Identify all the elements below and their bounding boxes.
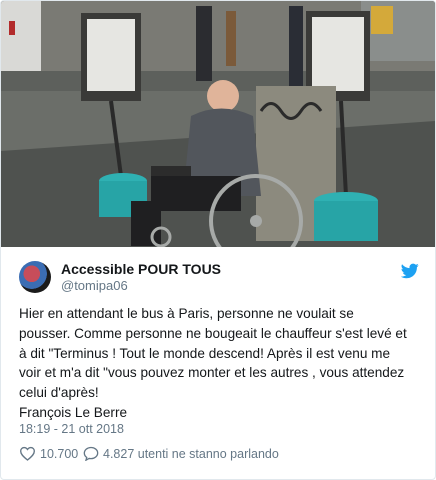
like-button[interactable]: 10.700 <box>19 446 78 461</box>
embedded-tweet-card: Accessible POUR TOUS @tomipa06 Hier en a… <box>0 0 436 480</box>
tweet-text-line: à dit "Terminus ! Tout le monde descend!… <box>19 345 391 361</box>
tweet-header: Accessible POUR TOUS @tomipa06 <box>19 261 419 295</box>
tweet-timestamp[interactable]: 18:19 - 21 ott 2018 <box>19 422 124 436</box>
conversation-button[interactable]: 4.827 utenti ne stanno parlando <box>83 446 279 461</box>
tweet-text: Hier en attendant le bus à Paris, person… <box>19 304 424 423</box>
speech-bubble-icon <box>83 446 99 461</box>
twitter-bird-icon[interactable] <box>401 263 419 279</box>
talking-count: 4.827 utenti ne stanno parlando <box>103 446 279 461</box>
bus-stop-photo <box>1 1 435 247</box>
tweet-text-line: celui d'après! <box>19 385 99 401</box>
heart-icon <box>19 446 36 461</box>
author-handle[interactable]: @tomipa06 <box>61 278 128 293</box>
tweet-text-line: Hier en attendant le bus à Paris, person… <box>19 306 354 321</box>
author-name[interactable]: Accessible POUR TOUS <box>61 261 221 277</box>
like-count: 10.700 <box>40 446 79 461</box>
author-avatar[interactable] <box>19 261 51 293</box>
tweet-text-line: pousser. Comme personne ne bougeait le c… <box>19 325 407 341</box>
tweet-actions: 10.700 4.827 utenti ne stanno parlando <box>19 446 419 466</box>
tweet-text-line: François Le Berre <box>19 404 128 420</box>
tweet-text-line: voir et m'a dit "vous pouvez monter et l… <box>19 365 405 381</box>
tweet-photo[interactable] <box>1 1 435 247</box>
